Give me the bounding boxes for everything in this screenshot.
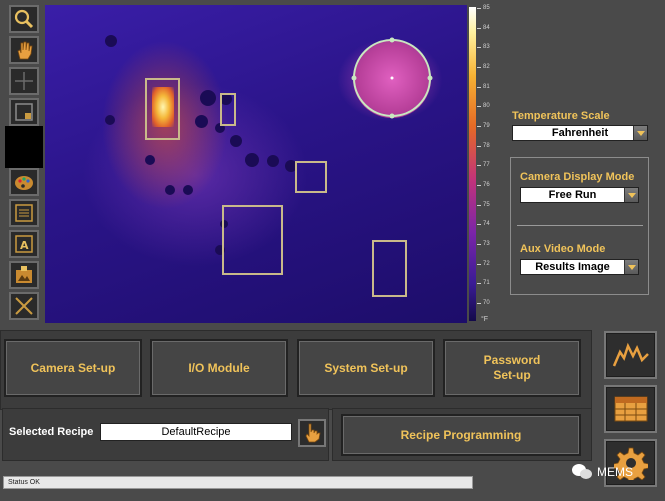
camera-setup-button[interactable]: Camera Set-up	[4, 339, 142, 397]
camera-display-mode-value: Free Run	[548, 189, 597, 201]
aux-video-mode-label: Aux Video Mode	[520, 243, 606, 255]
scale-tick-mark	[477, 204, 481, 206]
crosshair-tool-button[interactable]	[9, 67, 39, 95]
scale-tick-mark	[477, 86, 481, 88]
roi-circle[interactable]	[45, 5, 467, 323]
text-label-icon: A	[15, 235, 33, 253]
chevron-down-icon	[633, 126, 647, 140]
scale-tick-label: 73	[483, 241, 490, 247]
trend-chart-button[interactable]	[604, 331, 657, 379]
scale-tick-mark	[477, 263, 481, 265]
scale-tick-mark	[477, 67, 481, 68]
scale-tick-label: 76	[483, 182, 490, 188]
temperature-scale-value: Fahrenheit	[551, 127, 609, 139]
scale-tick-mark	[477, 47, 481, 49]
temperature-scale-select[interactable]: Fahrenheit	[512, 125, 648, 141]
aux-video-mode-select[interactable]: Results Image	[520, 259, 639, 275]
clear-tool-button[interactable]	[9, 292, 39, 320]
list-tool-button[interactable]	[9, 199, 39, 227]
aux-video-mode-value: Results Image	[535, 261, 610, 273]
scale-tick-mark	[477, 126, 481, 127]
svg-text:A: A	[20, 239, 29, 252]
scale-tick-label: 78	[483, 142, 490, 149]
scale-tick-label: 83	[483, 44, 490, 51]
list-icon	[15, 204, 33, 222]
system-setup-button[interactable]: System Set-up	[297, 339, 435, 397]
chevron-down-icon	[624, 188, 638, 202]
scale-tick-mark	[477, 303, 481, 304]
image-export-icon	[16, 266, 32, 283]
scale-tick-mark	[477, 145, 481, 147]
divider	[517, 225, 643, 226]
temperature-scale-label: Temperature Scale	[512, 110, 610, 122]
scale-tick-mark	[477, 106, 481, 108]
pointing-hand-icon	[305, 423, 321, 443]
password-setup-label-1: Password	[483, 353, 541, 367]
scale-tick-mark	[477, 27, 481, 29]
scale-tick-label: 74	[483, 221, 490, 228]
watermark-text: MEMS	[597, 465, 633, 479]
scale-tick-label: 79	[483, 123, 490, 129]
region-select-tool-button[interactable]	[9, 98, 39, 126]
scale-tick-label: 71	[483, 280, 490, 287]
temperature-color-scale	[469, 7, 476, 321]
scale-tick-label: 85	[483, 5, 490, 11]
table-grid-icon	[614, 396, 647, 422]
scale-tick-label: 70	[483, 300, 490, 306]
scale-tick-label: 82	[483, 64, 490, 70]
pan-tool-button[interactable]	[9, 36, 39, 64]
io-module-button[interactable]: I/O Module	[150, 339, 288, 397]
palette-icon	[15, 176, 33, 190]
watermark: MEMS	[571, 463, 633, 481]
scale-unit-label: °F	[481, 316, 489, 323]
scale-tick-label: 75	[483, 201, 490, 208]
chat-bubble-icon	[572, 464, 592, 479]
selected-recipe-field[interactable]: DefaultRecipe	[100, 423, 292, 441]
text-label-tool-button[interactable]: A	[9, 230, 39, 258]
recipe-programming-button[interactable]: Recipe Programming	[341, 414, 581, 456]
scale-tick-mark	[477, 224, 481, 226]
clear-icon	[15, 297, 33, 315]
recipe-select-button[interactable]	[298, 419, 326, 447]
scale-tick-mark	[477, 283, 481, 285]
image-export-tool-button[interactable]	[9, 261, 39, 289]
scale-tick-mark	[477, 185, 481, 186]
palette-tool-button[interactable]	[9, 168, 39, 196]
status-bar: Status OK	[3, 476, 473, 489]
scale-tick-label: 84	[483, 24, 490, 31]
scale-tick-mark	[477, 244, 481, 245]
scale-tick-label: 72	[483, 260, 490, 267]
pan-hand-icon	[17, 41, 33, 60]
region-select-icon	[15, 103, 33, 121]
chevron-down-icon	[624, 260, 638, 274]
chart-peaks-icon	[612, 342, 649, 367]
crosshair-icon	[15, 72, 33, 90]
scale-tick-mark	[477, 165, 481, 167]
zoom-tool-button[interactable]	[9, 5, 39, 33]
selected-recipe-label: Selected Recipe	[9, 426, 94, 438]
camera-display-mode-select[interactable]: Free Run	[520, 187, 639, 203]
scale-tick-label: 77	[483, 162, 490, 169]
data-table-button[interactable]	[604, 385, 657, 433]
password-setup-button[interactable]: Password Set-up	[443, 339, 581, 397]
camera-display-mode-label: Camera Display Mode	[520, 171, 635, 183]
thermal-image-view[interactable]	[45, 5, 467, 323]
scale-tick-label: 80	[483, 103, 490, 110]
password-setup-label-2: Set-up	[493, 368, 531, 382]
zoom-icon	[14, 9, 34, 29]
scale-tick-label: 81	[483, 83, 490, 90]
toolbar-separator	[5, 126, 43, 168]
scale-tick-mark	[477, 8, 481, 9]
